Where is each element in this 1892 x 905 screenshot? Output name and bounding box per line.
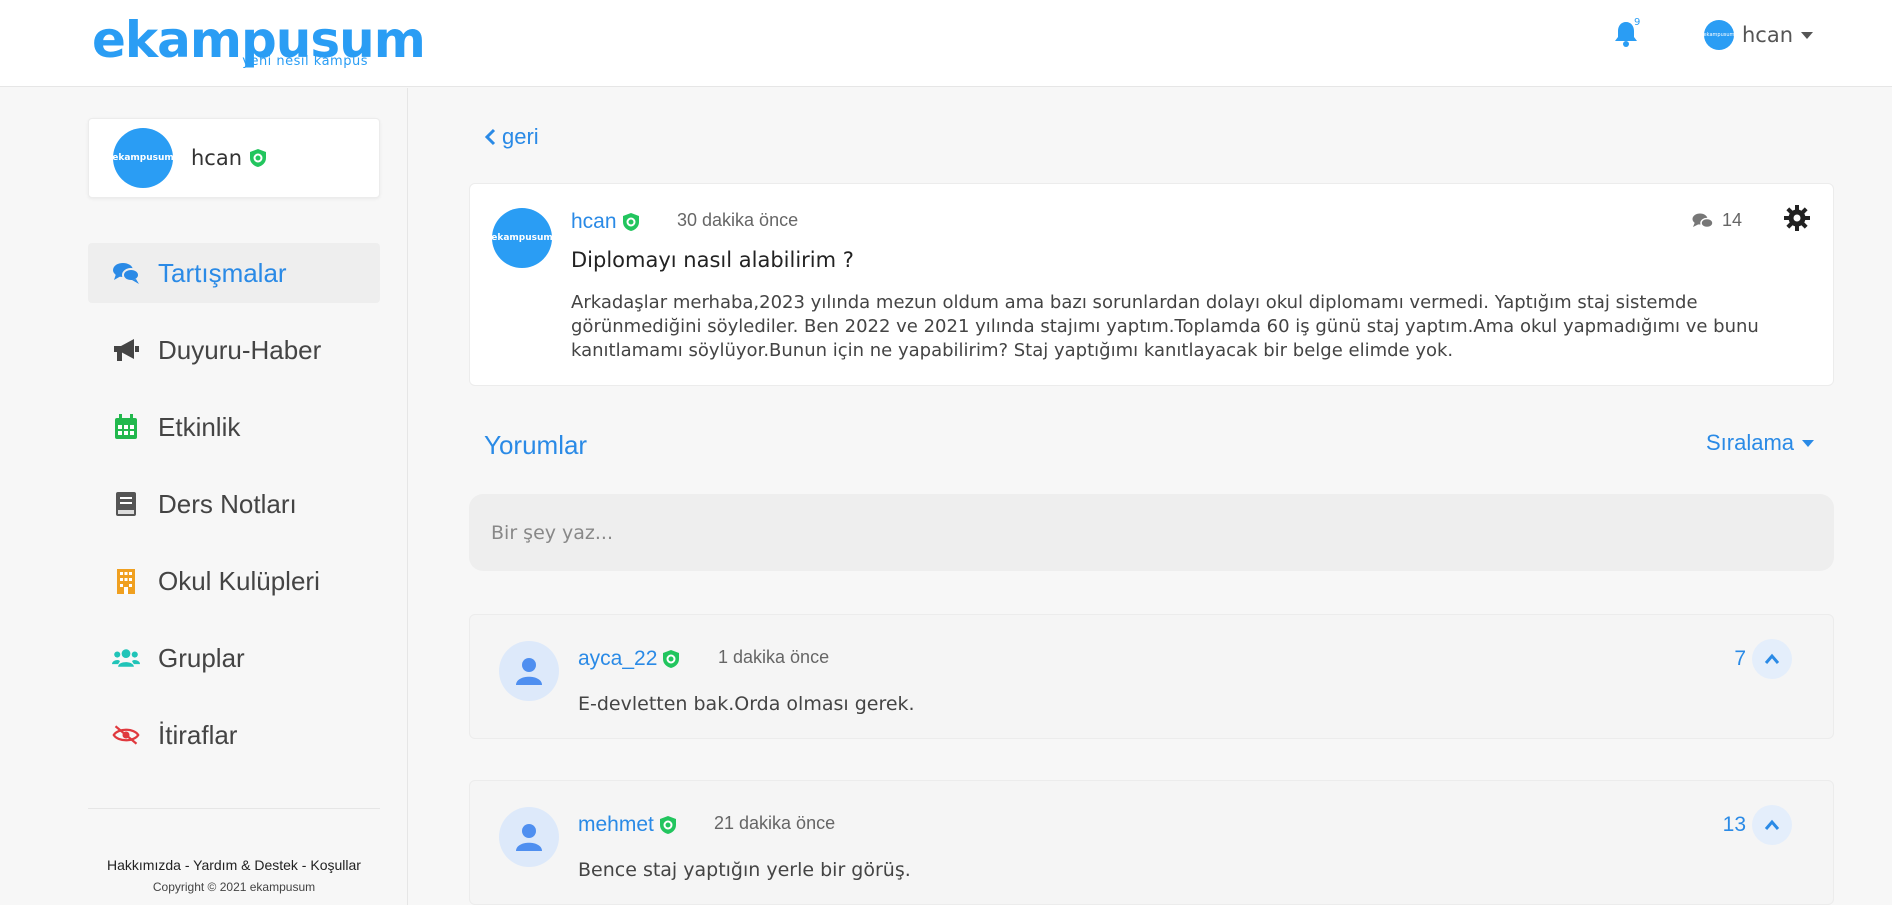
- sidebar-item-etkinlik[interactable]: Etkinlik: [88, 397, 380, 457]
- sidebar-nav: Tartışmalar Duyuru-Haber Etkinlik Ders N…: [88, 243, 380, 782]
- avatar: ekampusum: [491, 208, 553, 268]
- logo[interactable]: ekampusum yeni nesil kampüs: [92, 10, 426, 70]
- post-author[interactable]: hcan: [571, 210, 639, 234]
- chevron-down-icon: [1802, 439, 1815, 447]
- upvote-button[interactable]: [1752, 639, 1792, 679]
- chevron-left-icon: [484, 128, 496, 146]
- comment-author[interactable]: ayca_22: [578, 647, 680, 671]
- post-card: ekampusum hcan 30 dakika önce 14 Diploma…: [469, 183, 1834, 386]
- sidebar-item-label: Tartışmalar: [158, 257, 287, 288]
- comment-author[interactable]: mehmet: [578, 813, 676, 837]
- comment-author-name: mehmet: [578, 813, 654, 836]
- verified-shield-icon: [659, 816, 676, 834]
- post-author-name: hcan: [571, 210, 617, 233]
- top-bar: ekampusum yeni nesil kampüs 9 ekampusum …: [0, 0, 1892, 87]
- vote-count: 7: [1734, 647, 1746, 670]
- vote-count: 13: [1722, 813, 1746, 836]
- comment-item: ayca_22 1 dakika önce E-devletten bak.Or…: [469, 614, 1834, 739]
- book-icon: [112, 491, 140, 517]
- comment-text: E-devletten bak.Orda olması gerek.: [578, 693, 915, 715]
- footer-separator: -: [180, 857, 194, 873]
- verified-shield-icon: [622, 213, 639, 231]
- copyright: Copyright © 2021 ekampusum: [152, 880, 316, 894]
- comment-item: mehmet 21 dakika önce Bence staj yaptığı…: [469, 780, 1834, 905]
- notification-count: 9: [1634, 17, 1641, 28]
- sidebar-item-itiraflar[interactable]: İtiraflar: [88, 705, 380, 765]
- sidebar-item-ders-notlari[interactable]: Ders Notları: [88, 474, 380, 534]
- chevron-up-icon: [1764, 653, 1780, 664]
- back-label: geri: [502, 124, 539, 149]
- profile-name: hcan: [191, 146, 267, 170]
- sidebar-item-label: Ders Notları: [158, 488, 297, 519]
- about-link[interactable]: Hakkımızda: [107, 857, 181, 873]
- comment-count-value: 14: [1722, 210, 1743, 230]
- sidebar-item-duyuru-haber[interactable]: Duyuru-Haber: [88, 320, 380, 380]
- comments-icon: [1692, 213, 1714, 228]
- comments-heading: Yorumlar: [484, 430, 588, 460]
- post-title: Diplomayı nasıl alabilirim ?: [571, 248, 854, 272]
- avatar: [499, 807, 559, 867]
- logo-tagline: yeni nesil kampüs: [242, 54, 368, 69]
- profile-card[interactable]: ekampusum hcan: [88, 118, 380, 198]
- gear-icon[interactable]: [1784, 205, 1810, 231]
- sidebar-item-label: Gruplar: [158, 642, 245, 673]
- avatar: ekampusum: [112, 128, 174, 188]
- chevron-up-icon: [1764, 819, 1780, 830]
- chevron-down-icon: [1801, 31, 1814, 39]
- user-icon: [516, 824, 542, 851]
- sort-dropdown[interactable]: Sıralama: [1706, 430, 1815, 456]
- sort-label: Sıralama: [1706, 430, 1795, 455]
- help-link[interactable]: Yardım & Destek: [193, 857, 298, 873]
- verified-shield-icon: [663, 650, 680, 668]
- sidebar: ekampusum hcan Tartışmalar Duyuru-Haber …: [0, 88, 408, 905]
- megaphone-icon: [112, 337, 140, 363]
- comment-input[interactable]: [469, 494, 1834, 571]
- comment-author-name: ayca_22: [578, 647, 658, 670]
- terms-link[interactable]: Koşullar: [310, 857, 361, 873]
- avatar: ekampusum: [1704, 20, 1734, 50]
- comments-icon: [112, 260, 140, 286]
- eye-slash-icon: [112, 722, 140, 748]
- sidebar-item-label: Duyuru-Haber: [158, 334, 322, 365]
- upvote-button[interactable]: [1752, 805, 1792, 845]
- comment-text: Bence staj yaptığın yerle bir görüş.: [578, 859, 911, 881]
- post-timestamp: 30 dakika önce: [677, 210, 799, 230]
- comment-timestamp: 21 dakika önce: [714, 813, 836, 833]
- user-menu[interactable]: ekampusum hcan: [1704, 20, 1814, 50]
- footer-links: Hakkımızda - Yardım & Destek - Koşullar: [88, 857, 380, 873]
- users-icon: [112, 645, 140, 671]
- sidebar-item-label: Etkinlik: [158, 411, 241, 442]
- building-icon: [112, 568, 140, 594]
- verified-shield-icon: [250, 149, 267, 167]
- user-menu-name: hcan: [1742, 23, 1794, 47]
- post-body: Arkadaşlar merhaba,2023 yılında mezun ol…: [571, 292, 1759, 361]
- footer-separator: -: [297, 857, 311, 873]
- comment-timestamp: 1 dakika önce: [718, 647, 830, 667]
- avatar: [499, 641, 559, 701]
- profile-name-text: hcan: [191, 146, 243, 170]
- user-icon: [516, 658, 542, 685]
- sidebar-divider: [88, 808, 380, 809]
- back-link[interactable]: geri: [484, 124, 539, 150]
- sidebar-item-okul-kulupleri[interactable]: Okul Kulüpleri: [88, 551, 380, 611]
- sidebar-item-label: İtiraflar: [158, 719, 238, 750]
- calendar-icon: [112, 414, 140, 440]
- sidebar-item-label: Okul Kulüpleri: [158, 565, 320, 596]
- sidebar-item-gruplar[interactable]: Gruplar: [88, 628, 380, 688]
- sidebar-item-tartismalar[interactable]: Tartışmalar: [88, 243, 380, 303]
- post-comment-count: 14: [1692, 210, 1742, 231]
